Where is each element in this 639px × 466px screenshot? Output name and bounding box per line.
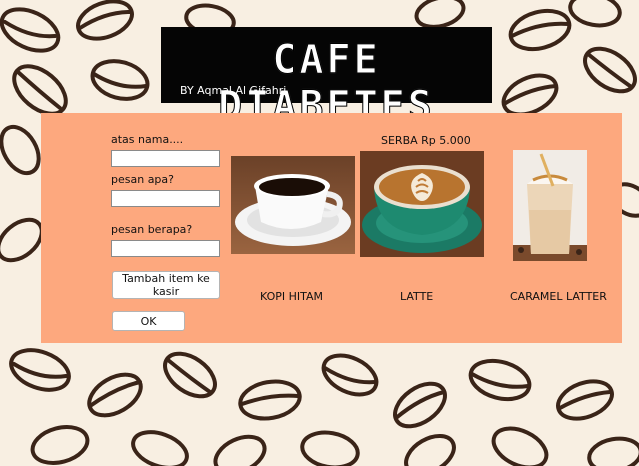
app-subtitle: BY Aqmal Al Gifahri [180, 84, 287, 97]
order-item-input[interactable] [111, 190, 220, 207]
add-to-cashier-button[interactable]: Tambah item ke kasir [112, 271, 220, 299]
latte-photo [360, 151, 484, 257]
customer-name-input[interactable] [111, 150, 220, 167]
order-item-label: pesan apa? [111, 173, 174, 186]
caramel-latte-photo [513, 150, 587, 261]
order-panel: atas nama.... pesan apa? pesan berapa? T… [41, 113, 622, 343]
header-banner: CAFE DIABETES BY Aqmal Al Gifahri [161, 27, 492, 130]
ok-button[interactable]: OK [112, 311, 185, 331]
menu-item-name: KOPI HITAM [260, 290, 324, 303]
order-qty-input[interactable] [111, 240, 220, 257]
customer-name-label: atas nama.... [111, 133, 184, 146]
order-qty-label: pesan berapa? [111, 223, 193, 236]
price-note: SERBA Rp 5.000 [381, 134, 471, 147]
black-coffee-photo [231, 156, 355, 254]
coffee-bean-icon [0, 7, 61, 53]
menu-item-name: CARAMEL LATTER [510, 290, 607, 303]
menu-item-name: LATTE [400, 290, 434, 303]
